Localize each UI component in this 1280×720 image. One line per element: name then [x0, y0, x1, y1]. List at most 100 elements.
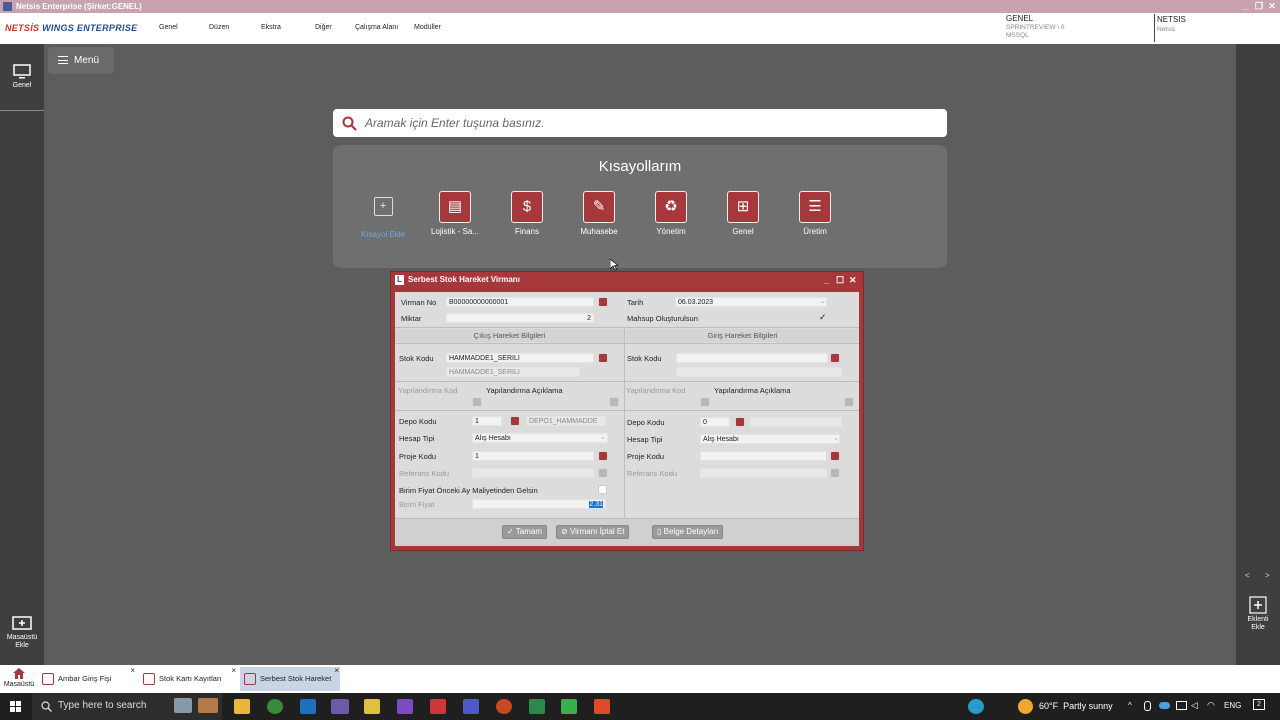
menu-diger[interactable]: Diğer: [315, 24, 332, 31]
giris-yap-kod-lookup-icon[interactable]: [700, 397, 710, 407]
powerpoint-icon[interactable]: [496, 699, 512, 714]
dialog-maximize-icon[interactable]: ☐: [836, 272, 844, 288]
taskbar-search[interactable]: Type here to search: [32, 693, 222, 720]
giris-depo-kodu-field[interactable]: 0: [700, 417, 730, 427]
windows-start-icon[interactable]: [10, 701, 21, 712]
wifi-icon[interactable]: ◠: [1207, 700, 1215, 711]
visual-studio-icon[interactable]: [397, 699, 413, 714]
weather-text[interactable]: 60°F Partly sunny: [1039, 701, 1113, 711]
virman-no-field[interactable]: B00000000000001: [446, 297, 594, 307]
giris-referans-lookup-icon[interactable]: [830, 468, 840, 478]
sidebar-genel-label: Genel: [12, 82, 32, 89]
giris-hesap-tipi-select[interactable]: Alış Hesabı: [700, 434, 840, 444]
outlook-icon[interactable]: [300, 699, 316, 714]
close-tab-icon[interactable]: ×: [130, 659, 135, 683]
miktar-field[interactable]: 2: [446, 313, 594, 323]
tab-ambar-giris[interactable]: Ambar Giriş Fişi ×: [38, 666, 136, 691]
onedrive-icon[interactable]: [1159, 702, 1170, 709]
close-tab-icon[interactable]: ×: [231, 659, 236, 683]
cikis-yap-kod-lookup-icon[interactable]: [472, 397, 482, 407]
maximize-icon[interactable]: ❐: [1253, 0, 1265, 13]
add-shortcut-button[interactable]: + Kısayol Ekle: [348, 191, 418, 239]
close-icon[interactable]: ✕: [1266, 0, 1278, 13]
menu-calisma-alani[interactable]: Çalışma Alanı: [355, 24, 398, 31]
app-c-icon[interactable]: [561, 699, 577, 714]
cikis-depo-lookup-icon[interactable]: [510, 416, 520, 426]
giris-yap-aciklama-lookup-icon[interactable]: [844, 397, 854, 407]
app-c2-icon[interactable]: [594, 699, 610, 714]
giris-stok-kodu-field[interactable]: [676, 353, 828, 363]
tarih-field[interactable]: 06.03.2023: [675, 297, 827, 307]
notes-icon[interactable]: [364, 699, 380, 714]
netsis-taskbar-icon[interactable]: [331, 699, 349, 714]
masaustu-ekle-button[interactable]: Masaüstü Ekle: [0, 616, 44, 650]
cikis-stok-kodu-label: Stok Kodu: [399, 354, 434, 363]
giris-yap-aciklama-label: Yapılandırma Açıklama: [714, 386, 791, 395]
shortcut-muhasebe[interactable]: ✎ Muhasebe: [564, 191, 634, 236]
nav-next-arrow[interactable]: >: [1265, 571, 1270, 580]
birim-fiyat-field[interactable]: 2.31: [472, 499, 606, 509]
mahsup-checkbox[interactable]: ✓: [819, 312, 827, 323]
menu-genel[interactable]: Genel: [159, 24, 178, 31]
eklenti-ekle-button[interactable]: Eklenti Ekle: [1236, 596, 1280, 632]
tab-stok-karti[interactable]: Stok Kartı Kayıtları ×: [139, 666, 237, 691]
dialog-minimize-icon[interactable]: _: [824, 272, 829, 288]
microphone-icon[interactable]: [1144, 701, 1151, 711]
shortcut-lojistik[interactable]: ▤ Lojistik - Sa...: [420, 191, 490, 236]
nav-prev-arrow[interactable]: <: [1245, 571, 1250, 580]
chevron-down-icon[interactable]: ⌄: [833, 434, 839, 442]
virman-lookup-icon[interactable]: [598, 297, 608, 307]
chrome-icon[interactable]: [267, 699, 283, 714]
menu-ekstra[interactable]: Ekstra: [261, 24, 281, 31]
virman-iptal-button[interactable]: ⊘ Virmanı İptal Et: [556, 525, 630, 539]
menu-button[interactable]: Menü: [48, 47, 114, 74]
excel-icon[interactable]: [529, 699, 545, 714]
tarih-dropdown-icon[interactable]: ⌄: [820, 297, 826, 305]
cikis-proje-kodu-field[interactable]: 1: [472, 451, 594, 461]
giris-depo-lookup-icon[interactable]: [735, 417, 745, 427]
volume-icon[interactable]: ◁: [1191, 700, 1198, 711]
shortcut-finans[interactable]: $ Finans: [492, 191, 562, 236]
language-indicator[interactable]: ENG: [1224, 701, 1241, 710]
home-tab[interactable]: Masaüstü: [0, 668, 38, 688]
divider: [625, 410, 859, 411]
shortcut-uretim[interactable]: ☰ Üretim: [780, 191, 850, 236]
tray-chevron-icon[interactable]: ^: [1128, 701, 1132, 710]
notification-icon[interactable]: 2: [1253, 699, 1265, 710]
birim-fiyat-onceki-label: Birim Fiyat Önceki Ay Maliyetinden Gelsi…: [399, 486, 538, 495]
teams-icon[interactable]: [463, 699, 479, 714]
cikis-stok-kodu-field[interactable]: HAMMADDE1_SERILI: [446, 353, 594, 363]
network-icon[interactable]: [1176, 701, 1187, 710]
giris-proje-lookup-icon[interactable]: [830, 451, 840, 461]
menu-moduller[interactable]: Modüller: [414, 24, 441, 31]
minimize-icon[interactable]: _: [1240, 0, 1252, 13]
search-input[interactable]: Aramak için Enter tuşuna basınız.: [333, 109, 947, 137]
tab-serbest-stok[interactable]: Serbest Stok Hareket ×: [240, 666, 340, 691]
cikis-referans-lookup-icon[interactable]: [598, 468, 608, 478]
window-icon: ⊞: [727, 191, 759, 223]
belge-detaylari-button[interactable]: ▯ Belge Detayları: [652, 525, 724, 539]
cikis-hesap-tipi-select[interactable]: Alış Hesabı: [472, 433, 608, 443]
birim-fiyat-onceki-checkbox[interactable]: [598, 485, 607, 494]
cikis-depo-kodu-field[interactable]: 1: [472, 416, 502, 426]
add-shortcut-label: Kısayol Ekle: [360, 230, 406, 239]
devexpress-icon[interactable]: [430, 699, 446, 714]
divider: [395, 410, 624, 411]
cikis-stok-lookup-icon[interactable]: [598, 353, 608, 363]
cikis-proje-lookup-icon[interactable]: [598, 451, 608, 461]
close-tab-icon[interactable]: ×: [334, 659, 339, 683]
menu-duzen[interactable]: Düzen: [209, 24, 229, 31]
user-info[interactable]: NETSIS Netsis: [1157, 15, 1186, 35]
tamam-button[interactable]: ✓ Tamam: [502, 525, 548, 539]
chevron-down-icon[interactable]: ⌄: [600, 433, 606, 441]
file-explorer-icon[interactable]: [234, 699, 250, 714]
shortcut-genel[interactable]: ⊞ Genel: [708, 191, 778, 236]
shortcut-yonetim[interactable]: ♻ Yönetim: [636, 191, 706, 236]
giris-proje-kodu-field[interactable]: [700, 451, 827, 461]
giris-stok-lookup-icon[interactable]: [830, 353, 840, 363]
checklist-icon: ☰: [799, 191, 831, 223]
dialog-close-icon[interactable]: ✕: [849, 272, 857, 288]
sidebar-genel[interactable]: Genel: [0, 64, 44, 89]
help-icon[interactable]: [968, 699, 984, 714]
cikis-yap-aciklama-lookup-icon[interactable]: [609, 397, 619, 407]
